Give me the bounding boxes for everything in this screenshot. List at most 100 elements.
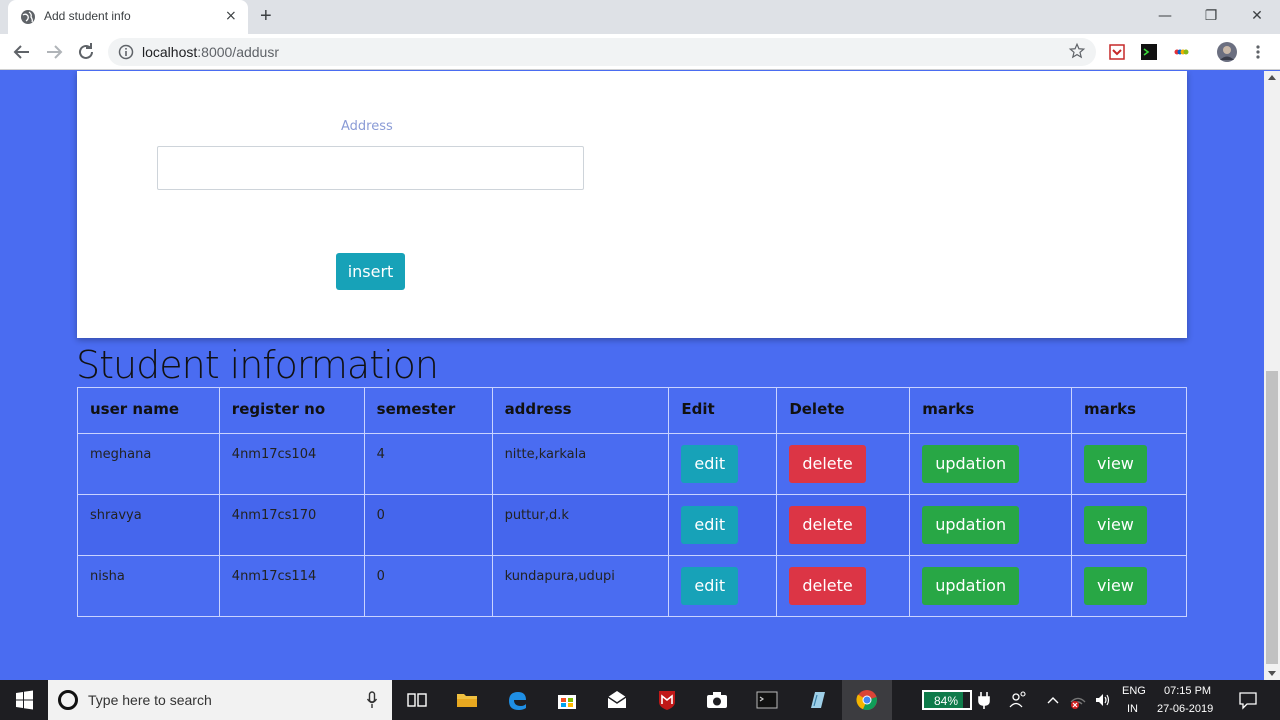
delete-button[interactable]: delete	[789, 567, 866, 605]
page-viewport: Address insert Student information user …	[0, 71, 1264, 680]
cell-semester: 4	[363, 433, 493, 495]
microphone-icon[interactable]	[366, 691, 378, 709]
header-edit: Edit	[668, 387, 778, 434]
chevron-up-icon[interactable]	[1044, 688, 1062, 712]
cortana-circle-icon[interactable]	[58, 690, 78, 710]
camera-icon[interactable]	[705, 688, 729, 712]
students-table: user name register no semester address E…	[77, 387, 1187, 617]
cell-marks-view: view	[1071, 494, 1187, 556]
taskbar: Type here to search 84% ENG IN 07:15 PM …	[0, 680, 1280, 720]
updation-button[interactable]: updation	[922, 506, 1020, 544]
view-button[interactable]: view	[1084, 567, 1147, 605]
battery-percent: 84%	[934, 694, 959, 708]
url-host: localhost	[142, 44, 198, 60]
url-text: localhost:8000/addusr	[142, 44, 279, 60]
close-window-button[interactable]: ✕	[1237, 4, 1277, 28]
view-button[interactable]: view	[1084, 506, 1147, 544]
info-icon[interactable]	[118, 44, 134, 60]
cell-marks-update: updation	[909, 555, 1073, 617]
people-icon[interactable]	[1008, 688, 1028, 712]
reload-icon[interactable]	[74, 40, 98, 64]
minimize-button[interactable]: —	[1145, 4, 1185, 28]
scroll-down-arrow-icon[interactable]	[1268, 671, 1276, 676]
page-scrollbar[interactable]	[1264, 71, 1280, 680]
taskbar-search-placeholder: Type here to search	[88, 692, 212, 708]
updation-button[interactable]: updation	[922, 567, 1020, 605]
power-plug-icon	[978, 692, 990, 709]
more-menu-icon[interactable]	[1250, 44, 1266, 60]
cell-address: nitte,karkala	[491, 433, 670, 495]
updation-button[interactable]: updation	[922, 445, 1020, 483]
edit-button[interactable]: edit	[681, 445, 739, 483]
edit-button[interactable]: edit	[681, 567, 739, 605]
cell-edit: edit	[668, 555, 778, 617]
tab-add-student-info[interactable]: Add student info ×	[8, 0, 248, 34]
tab-title: Add student info	[44, 9, 131, 23]
insert-button[interactable]: insert	[336, 253, 405, 290]
pocket-extension-icon[interactable]	[1109, 44, 1125, 60]
notifications-icon[interactable]	[1238, 688, 1258, 712]
scroll-up-arrow-icon[interactable]	[1268, 75, 1276, 80]
cell-edit: edit	[668, 433, 778, 495]
bookmark-star-icon[interactable]	[1068, 42, 1086, 60]
browser-toolbar: localhost:8000/addusr	[0, 34, 1280, 70]
mcafee-icon[interactable]	[655, 688, 679, 712]
tab-strip: Add student info × + — ❐ ✕	[0, 0, 1280, 34]
address-label: Address	[341, 119, 393, 134]
language-indicator[interactable]: ENG	[1122, 685, 1146, 697]
ebay-extension-icon[interactable]	[1173, 44, 1189, 60]
profile-avatar[interactable]	[1217, 42, 1237, 62]
chrome-taskbar-button[interactable]	[842, 680, 892, 720]
clock-date[interactable]: 27-06-2019	[1157, 703, 1213, 715]
cell-semester: 0	[363, 555, 493, 617]
mail-icon[interactable]	[605, 688, 629, 712]
url-path: :8000/addusr	[197, 44, 279, 60]
command-prompt-icon[interactable]	[755, 688, 779, 712]
cell-marks-update: updation	[909, 433, 1073, 495]
region-indicator[interactable]: IN	[1127, 703, 1138, 715]
volume-icon[interactable]	[1093, 688, 1113, 712]
forward-arrow-icon[interactable]	[42, 40, 66, 64]
header-delete: Delete	[776, 387, 911, 434]
battery-indicator[interactable]: 84%	[922, 690, 972, 710]
taskbar-search-box[interactable]: Type here to search	[48, 680, 392, 720]
edge-browser-icon[interactable]	[505, 688, 529, 712]
notes-app-icon[interactable]	[805, 688, 829, 712]
globe-icon	[21, 10, 35, 24]
cell-register-no: 4nm17cs170	[218, 494, 365, 556]
table-row: meghana 4nm17cs104 4 nitte,karkala edit …	[77, 433, 1187, 495]
terminal-extension-icon[interactable]	[1141, 44, 1157, 60]
student-form-card: Address insert	[77, 71, 1187, 338]
windows-start-icon[interactable]	[0, 680, 48, 720]
edit-button[interactable]: edit	[681, 506, 739, 544]
tab-close-icon[interactable]: ×	[225, 8, 237, 24]
store-icon[interactable]	[555, 688, 579, 712]
delete-button[interactable]: delete	[789, 445, 866, 483]
address-bar[interactable]: localhost:8000/addusr	[108, 38, 1096, 66]
clock-time[interactable]: 07:15 PM	[1164, 685, 1211, 697]
scrollbar-thumb[interactable]	[1266, 371, 1278, 664]
cell-user-name: shravya	[77, 494, 220, 556]
table-row: shravya 4nm17cs170 0 puttur,d.k edit del…	[77, 494, 1187, 556]
cell-semester: 0	[363, 494, 493, 556]
cell-address: puttur,d.k	[491, 494, 670, 556]
header-marks-view: marks	[1071, 387, 1187, 434]
section-title: Student information	[76, 343, 439, 387]
back-arrow-icon[interactable]	[10, 40, 34, 64]
restore-button[interactable]: ❐	[1191, 4, 1231, 28]
new-tab-button[interactable]: +	[260, 5, 272, 27]
view-button[interactable]: view	[1084, 445, 1147, 483]
file-explorer-icon[interactable]	[455, 688, 479, 712]
header-semester: semester	[363, 387, 493, 434]
task-view-icon[interactable]	[405, 688, 429, 712]
cell-delete: delete	[776, 433, 911, 495]
table-header-row: user name register no semester address E…	[77, 387, 1187, 434]
cell-register-no: 4nm17cs114	[218, 555, 365, 617]
address-input[interactable]	[157, 146, 584, 190]
wifi-disconnected-icon[interactable]	[1068, 688, 1088, 712]
delete-button[interactable]: delete	[789, 506, 866, 544]
cell-delete: delete	[776, 555, 911, 617]
cell-edit: edit	[668, 494, 778, 556]
header-user-name: user name	[77, 387, 220, 434]
table-row: nisha 4nm17cs114 0 kundapura,udupi edit …	[77, 555, 1187, 617]
